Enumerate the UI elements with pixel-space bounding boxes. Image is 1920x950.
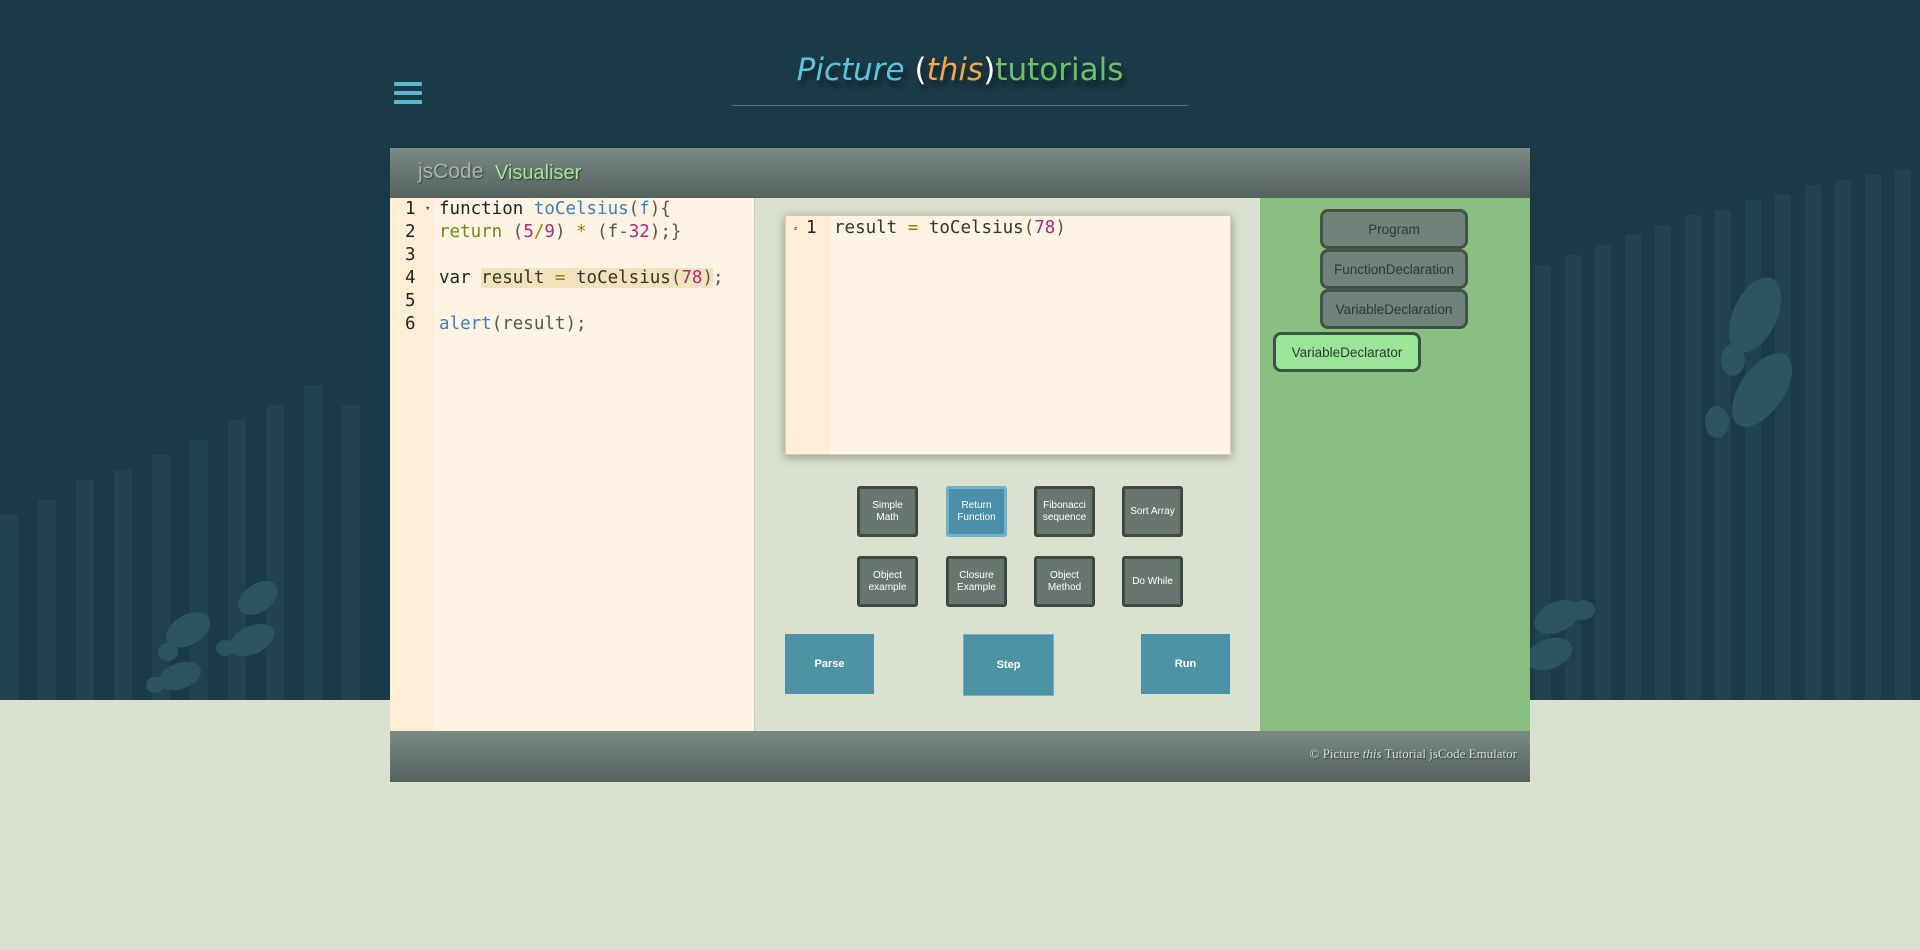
line-number: 1 (806, 218, 817, 238)
line-number: 6 (405, 314, 416, 334)
example-do-while-button[interactable]: Do While (1122, 556, 1183, 607)
title-picture: Picture (796, 52, 905, 88)
title-close-paren: ) (983, 52, 996, 88)
tree-node-variable-declaration[interactable]: VariableDeclaration (1320, 289, 1468, 329)
app-header: jsCode Visualiser (390, 148, 1530, 198)
parse-button[interactable]: Parse (785, 634, 874, 694)
preview-code-line: result = toCelsius(78) (834, 218, 1066, 238)
step-button[interactable]: Step (963, 634, 1054, 696)
example-closure-button[interactable]: Closure Example (946, 556, 1007, 607)
code-line: alert(result); (439, 314, 587, 334)
footer-copyright: © Picture this Tutorial jsCode Emulator (1309, 746, 1517, 761)
line-number: 3 (405, 245, 416, 265)
control-panel: ⸗ 1 result = toCelsius(78) Simple Math R… (754, 198, 1261, 731)
fold-arrow-icon[interactable]: ⸗ (794, 223, 797, 234)
brand-visualiser: Visualiser (495, 162, 582, 184)
hamburger-menu-icon[interactable] (394, 82, 422, 106)
example-simple-math-button[interactable]: Simple Math (857, 486, 918, 537)
example-sort-array-button[interactable]: Sort Array (1122, 486, 1183, 537)
tree-node-variable-declarator[interactable]: VariableDeclarator (1273, 332, 1421, 372)
editor-gutter: 1 ▾ 2 3 4 5 6 (390, 198, 434, 731)
tree-node-function-declaration[interactable]: FunctionDeclaration (1320, 249, 1468, 289)
line-number: 4 (405, 268, 416, 288)
title-open-paren: ( (914, 52, 927, 88)
tree-node-program[interactable]: Program (1320, 209, 1468, 249)
example-object-method-button[interactable]: Object Method (1034, 556, 1095, 607)
example-fibonacci-button[interactable]: Fibonacci sequence (1034, 486, 1095, 537)
run-button[interactable]: Run (1141, 634, 1230, 694)
title-tutorials: tutorials (995, 52, 1124, 88)
example-return-function-button[interactable]: Return Function (946, 486, 1007, 537)
fold-arrow-icon[interactable]: ▾ (425, 204, 430, 214)
line-number: 2 (405, 222, 416, 242)
step-preview-editor[interactable]: ⸗ 1 result = toCelsius(78) (785, 215, 1231, 455)
site-title: Picture (this)tutorials (732, 52, 1188, 88)
app-footer: © Picture this Tutorial jsCode Emulator (390, 731, 1530, 782)
title-divider (732, 105, 1188, 106)
code-editor[interactable]: 1 ▾ 2 3 4 5 6 function toCelsius(f){ ret… (390, 198, 754, 731)
line-number: 1 (405, 199, 416, 219)
code-line: return (5/9) * (f-32);} (439, 222, 682, 242)
brand-jscode: jsCode (418, 160, 484, 183)
line-number: 5 (405, 291, 416, 311)
title-this: this (926, 52, 984, 88)
code-line: function toCelsius(f){ (439, 199, 671, 219)
ast-tree-panel: Program FunctionDeclaration VariableDecl… (1260, 198, 1530, 731)
example-object-button[interactable]: Object example (857, 556, 918, 607)
code-line-highlighted: var result = toCelsius(78); (439, 268, 724, 288)
preview-gutter: ⸗ 1 (786, 216, 830, 454)
visualiser-app: jsCode Visualiser 1 ▾ 2 3 4 5 6 function… (390, 148, 1530, 782)
